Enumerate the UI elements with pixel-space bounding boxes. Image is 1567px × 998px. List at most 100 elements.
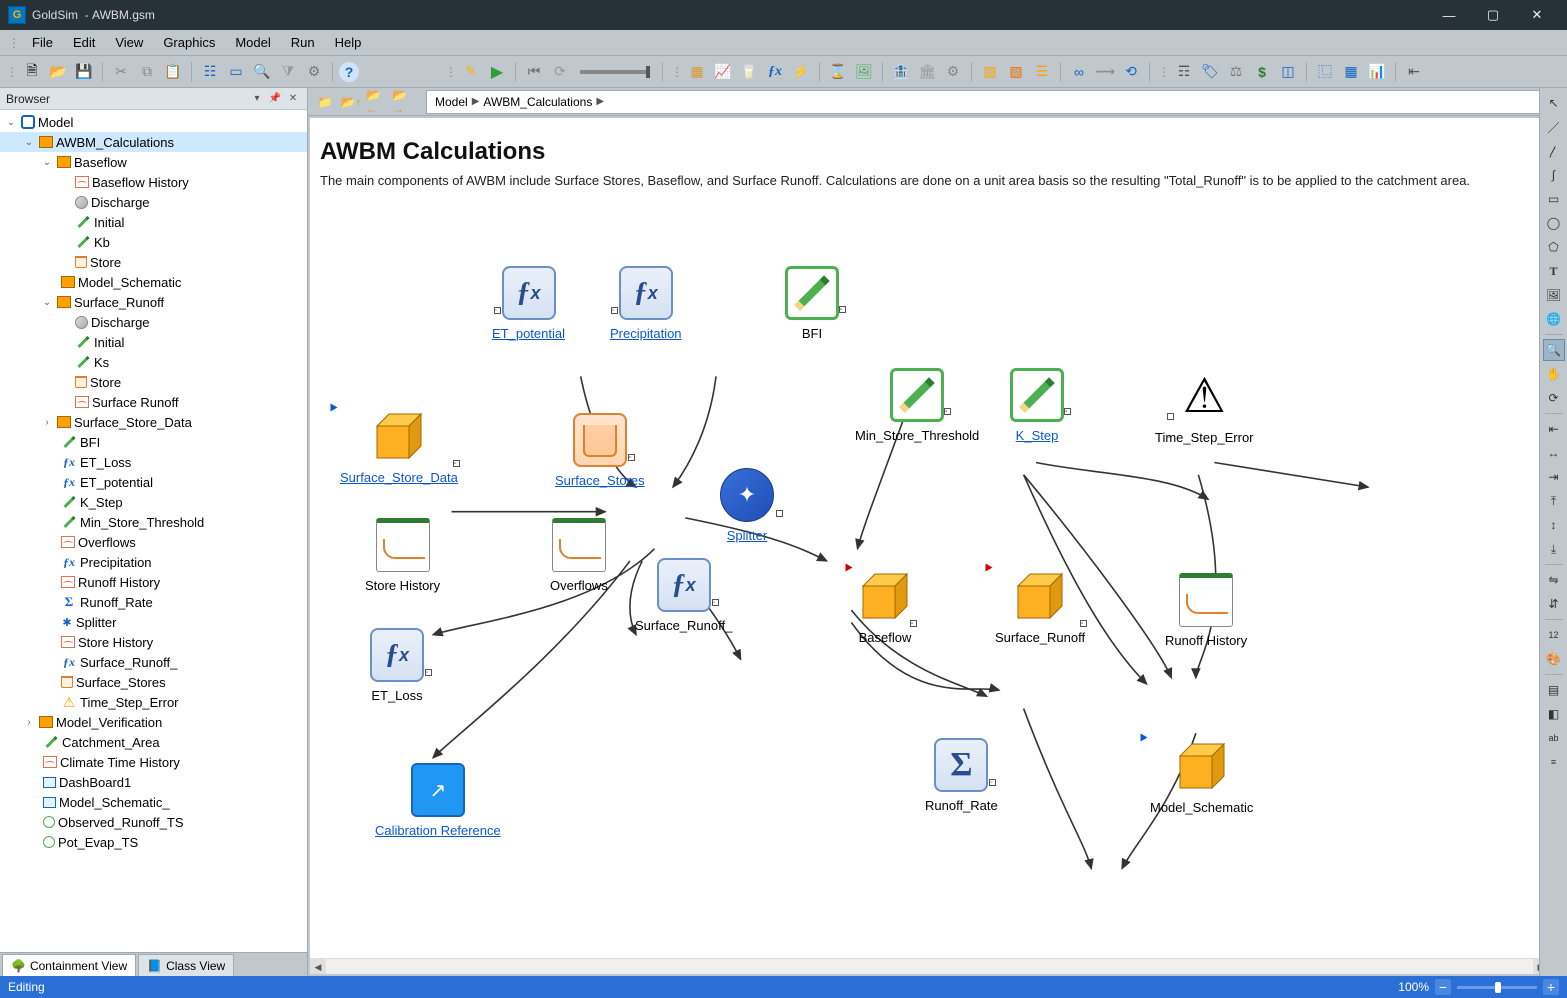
cut-icon[interactable]: ✂ bbox=[109, 60, 133, 84]
breadcrumb[interactable]: Model ▶ AWBM_Calculations ▶ bbox=[426, 90, 1561, 114]
tree-item-baseflow[interactable]: ⌄Baseflow bbox=[0, 152, 307, 172]
node-min-store-threshold[interactable]: ▫ Min_Store_Threshold bbox=[855, 368, 979, 443]
tree-item[interactable]: Baseflow History bbox=[0, 172, 307, 192]
bank-icon[interactable]: 🏦 bbox=[889, 60, 913, 84]
run-icon[interactable]: ▶ bbox=[485, 60, 509, 84]
container-icon[interactable]: 🥛 bbox=[737, 60, 761, 84]
node-time-step-error[interactable]: ⚠▫ Time_Step_Error bbox=[1155, 370, 1254, 445]
tab-class-view[interactable]: 📘Class View bbox=[138, 954, 234, 976]
tree-item[interactable]: Kb bbox=[0, 232, 307, 252]
nav-back-icon[interactable]: 📂← bbox=[366, 91, 388, 113]
window-close-button[interactable]: ✕ bbox=[1515, 0, 1559, 30]
tree-item[interactable]: ƒxPrecipitation bbox=[0, 552, 307, 572]
zoom-out-button[interactable]: − bbox=[1435, 979, 1451, 995]
polygon-tool-icon[interactable]: ⬠ bbox=[1543, 236, 1565, 258]
tree-item[interactable]: Surface_Stores bbox=[0, 672, 307, 692]
node-k-step[interactable]: ▫ K_Step bbox=[1010, 368, 1064, 443]
tree-item[interactable]: Overflows bbox=[0, 532, 307, 552]
node-store-history[interactable]: Store History bbox=[365, 518, 440, 593]
tab-containment-view[interactable]: 🌳Containment View bbox=[2, 954, 136, 976]
ellipse-tool-icon[interactable]: ◯ bbox=[1543, 212, 1565, 234]
globe-tool-icon[interactable]: 🌐 bbox=[1543, 308, 1565, 330]
search-icon[interactable]: 🔍 bbox=[250, 60, 274, 84]
edit-mode-icon[interactable]: ✎ bbox=[459, 60, 483, 84]
menu-run[interactable]: Run bbox=[281, 33, 325, 52]
tree-item[interactable]: Store bbox=[0, 372, 307, 392]
menu-file[interactable]: File bbox=[22, 33, 63, 52]
tree-item[interactable]: Store bbox=[0, 252, 307, 272]
distribute-h-icon[interactable]: ⇋ bbox=[1543, 569, 1565, 591]
align-top-icon[interactable]: ⤒ bbox=[1543, 490, 1565, 512]
tree-item[interactable]: Initial bbox=[0, 332, 307, 352]
tree-item[interactable]: ƒxSurface_Runoff_ bbox=[0, 652, 307, 672]
node-baseflow[interactable]: ▫ Baseflow bbox=[855, 568, 915, 645]
tree-item[interactable]: DashBoard1 bbox=[0, 772, 307, 792]
table-icon[interactable]: ▦ bbox=[1339, 60, 1363, 84]
outdent-icon[interactable]: ⇤ bbox=[1402, 60, 1426, 84]
tree-item[interactable]: Store History bbox=[0, 632, 307, 652]
browser-dropdown-icon[interactable]: ▾ bbox=[249, 91, 265, 107]
node-runoff-rate[interactable]: Σ▫ Runoff_Rate bbox=[925, 738, 998, 813]
pointer-tool-icon[interactable]: ↖ bbox=[1543, 92, 1565, 114]
diagram-canvas[interactable]: AWBM Calculations The main components of… bbox=[310, 118, 1565, 974]
window-maximize-button[interactable]: ▢ bbox=[1471, 0, 1515, 30]
browser-pin-icon[interactable]: 📌 bbox=[267, 91, 283, 107]
browser-close-icon[interactable]: ✕ bbox=[285, 91, 301, 107]
tree-item[interactable]: ⚠Time_Step_Error bbox=[0, 692, 307, 712]
breadcrumb-segment[interactable]: Model bbox=[435, 95, 468, 109]
note-icon[interactable]: ▭ bbox=[224, 60, 248, 84]
zoom-tool-icon[interactable]: 🔍 bbox=[1543, 339, 1565, 361]
tree-item[interactable]: Discharge bbox=[0, 312, 307, 332]
tree-item[interactable]: ΣRunoff_Rate bbox=[0, 592, 307, 612]
tree-item[interactable]: ✱Splitter bbox=[0, 612, 307, 632]
node-precipitation[interactable]: ƒx▫ Precipitation bbox=[610, 266, 682, 341]
node-bfi[interactable]: ▫ BFI bbox=[785, 266, 839, 341]
save-file-icon[interactable]: 💾 bbox=[72, 60, 96, 84]
reload-icon[interactable]: ⟲ bbox=[1119, 60, 1143, 84]
node-calibration-reference[interactable]: ↗ Calibration Reference bbox=[375, 763, 501, 838]
curve-tool-icon[interactable]: ∫ bbox=[1543, 164, 1565, 186]
tree-item-model[interactable]: ⌄Model bbox=[0, 112, 307, 132]
dollar-icon[interactable]: $ bbox=[1250, 60, 1274, 84]
image-icon[interactable]: 🖼 bbox=[852, 60, 876, 84]
color-picker-icon[interactable]: 🎨 bbox=[1543, 648, 1565, 670]
menu-edit[interactable]: Edit bbox=[63, 33, 105, 52]
node-surface-stores[interactable]: ▫ Surface_Stores bbox=[555, 413, 645, 488]
yellow-block-icon[interactable]: ▧ bbox=[978, 60, 1002, 84]
gear2-icon[interactable]: ⚙ bbox=[941, 60, 965, 84]
window-minimize-button[interactable]: — bbox=[1427, 0, 1471, 30]
node-model-schematic[interactable]: Model_Schematic bbox=[1150, 738, 1253, 815]
node-splitter[interactable]: ✦▫ Splitter bbox=[720, 468, 774, 543]
menu-graphics[interactable]: Graphics bbox=[153, 33, 225, 52]
canvas-horizontal-scrollbar[interactable]: ◀ ▶ bbox=[310, 958, 1549, 974]
tree-item-model-schematic[interactable]: Model_Schematic bbox=[0, 272, 307, 292]
align-left-icon[interactable]: ⇤ bbox=[1543, 418, 1565, 440]
list-icon[interactable]: ☶ bbox=[1172, 60, 1196, 84]
function-icon[interactable]: ƒx bbox=[763, 60, 787, 84]
step-back-icon[interactable]: ⏮ bbox=[522, 60, 546, 84]
tree-item-surface-store-data[interactable]: ›Surface_Store_Data bbox=[0, 412, 307, 432]
align-middle-icon[interactable]: ↕ bbox=[1543, 514, 1565, 536]
tree-item[interactable]: Pot_Evap_TS bbox=[0, 832, 307, 852]
tree-item[interactable]: Surface Runoff bbox=[0, 392, 307, 412]
align-bottom-icon[interactable]: ⤓ bbox=[1543, 538, 1565, 560]
layout-icon[interactable]: ☷ bbox=[198, 60, 222, 84]
text-tool-icon[interactable]: T bbox=[1543, 260, 1565, 282]
menu-model[interactable]: Model bbox=[225, 33, 280, 52]
tree-item[interactable]: Min_Store_Threshold bbox=[0, 512, 307, 532]
align-center-icon[interactable]: ↔ bbox=[1543, 442, 1565, 464]
orange-block-icon[interactable]: ▧ bbox=[1004, 60, 1028, 84]
line-tool-icon[interactable]: ／ bbox=[1543, 116, 1565, 138]
menu-view[interactable]: View bbox=[105, 33, 153, 52]
weight-icon[interactable]: ⚖ bbox=[1224, 60, 1248, 84]
image-tool-icon[interactable]: 🖼 bbox=[1543, 284, 1565, 306]
misc4-icon[interactable]: ≡ bbox=[1543, 751, 1565, 773]
tree-item-surface-runoff[interactable]: ⌄Surface_Runoff bbox=[0, 292, 307, 312]
tree-item[interactable]: Observed_Runoff_TS bbox=[0, 812, 307, 832]
align-right-icon[interactable]: ⇥ bbox=[1543, 466, 1565, 488]
tree-item[interactable]: Runoff History bbox=[0, 572, 307, 592]
zoom-slider[interactable] bbox=[1457, 986, 1537, 989]
tree-item[interactable]: K_Step bbox=[0, 492, 307, 512]
nav-fwd-icon[interactable]: 📂→ bbox=[392, 91, 414, 113]
new-file-icon[interactable]: 🗎 bbox=[20, 60, 44, 84]
